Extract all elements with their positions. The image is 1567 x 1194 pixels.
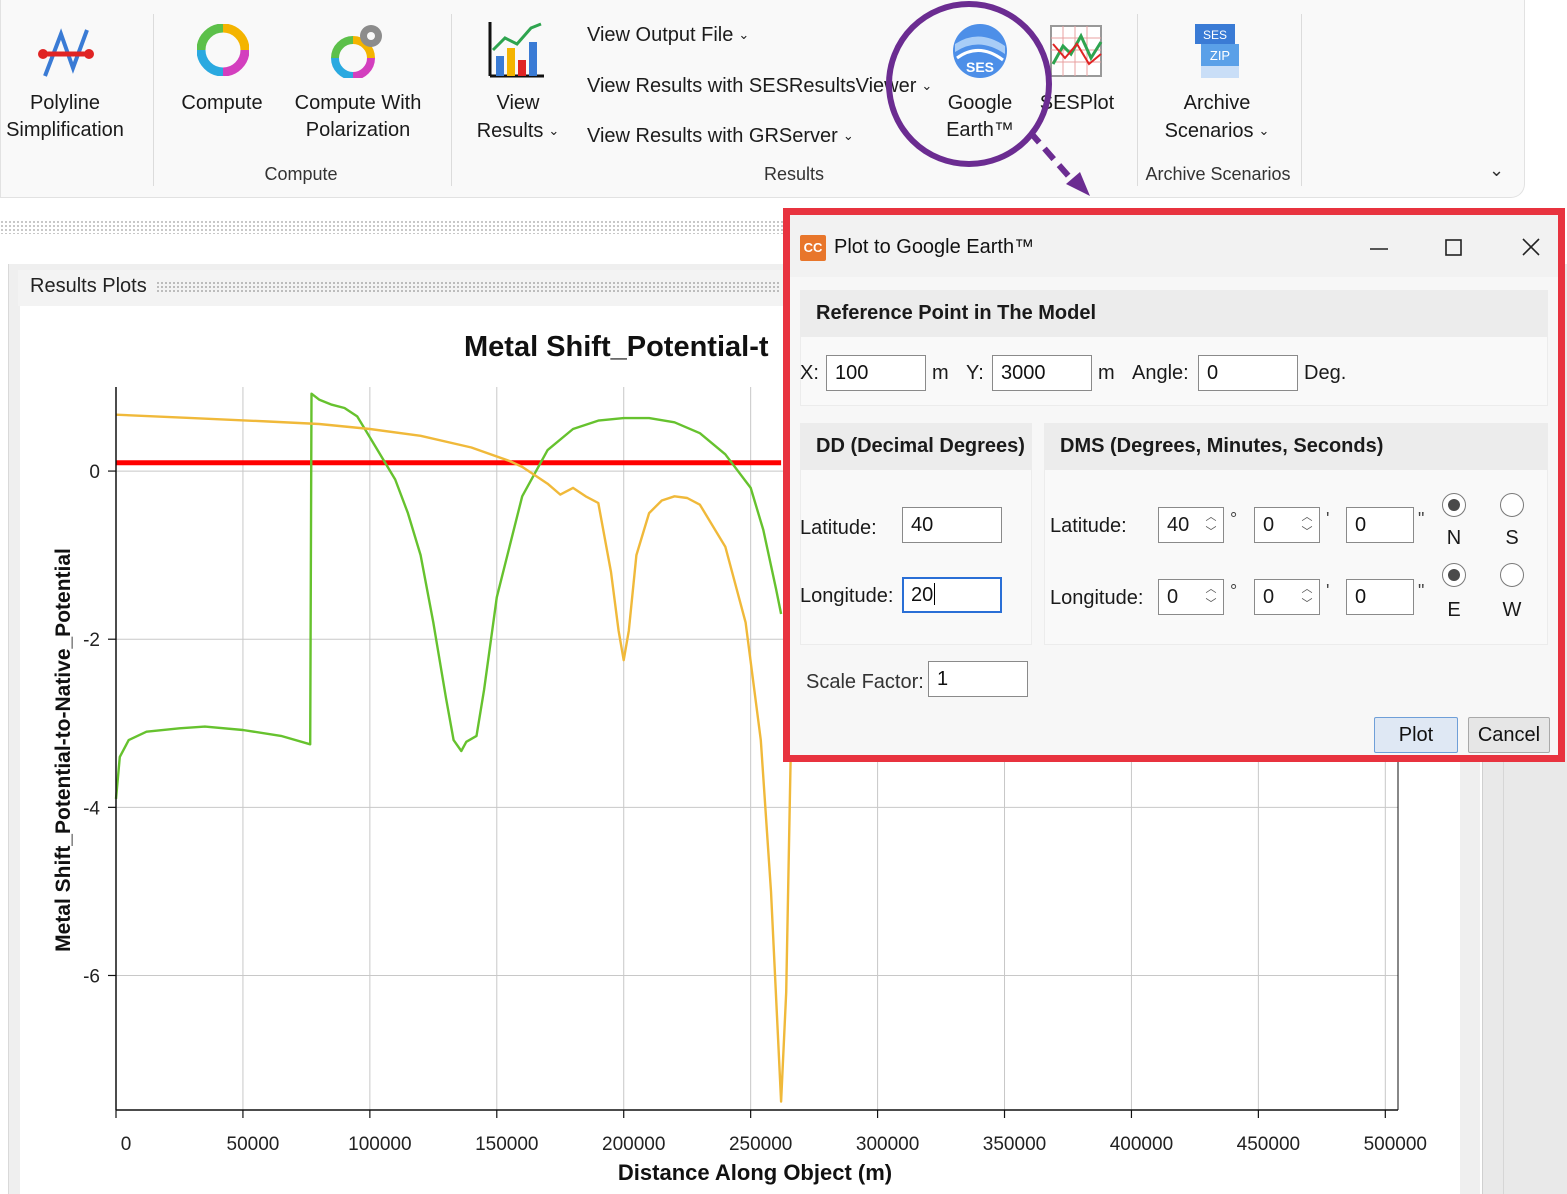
- dd-header: DD (Decimal Degrees): [800, 423, 1032, 469]
- dms-header: DMS (Degrees, Minutes, Seconds): [1044, 423, 1548, 469]
- stepper-arrows-icon[interactable]: ︿ ﹀: [1298, 510, 1316, 540]
- minute-symbol: ': [1326, 581, 1330, 601]
- plot-button[interactable]: Plot: [1374, 717, 1458, 753]
- x-input[interactable]: 100: [826, 355, 926, 391]
- minute-symbol: ': [1326, 509, 1330, 529]
- x-tick-label: 250000: [729, 1134, 792, 1155]
- x-label: X:: [800, 362, 819, 384]
- hemisphere-w-label: W: [1502, 599, 1522, 621]
- dms-lat-minutes-value: 0: [1263, 514, 1275, 536]
- dd-longitude-value: 20: [911, 584, 934, 606]
- x-unit: m: [932, 362, 949, 384]
- x-tick-label: 300000: [856, 1134, 919, 1155]
- hemisphere-w-radio[interactable]: [1500, 563, 1524, 587]
- angle-input[interactable]: 0: [1198, 355, 1298, 391]
- minimize-icon: [1370, 248, 1388, 250]
- dms-lon-degrees-stepper[interactable]: 0 ︿ ﹀: [1158, 579, 1224, 615]
- chart-series-line-1: [114, 392, 783, 800]
- scale-factor-label: Scale Factor:: [806, 671, 924, 693]
- x-tick-label: 150000: [475, 1134, 538, 1155]
- dms-lat-degrees-stepper[interactable]: 40 ︿ ﹀: [1158, 507, 1224, 543]
- dd-longitude-input[interactable]: 20: [902, 577, 1002, 613]
- maximize-button[interactable]: [1431, 229, 1477, 265]
- x-tick-label: 0: [121, 1134, 132, 1155]
- close-button[interactable]: [1508, 229, 1554, 265]
- hemisphere-s-radio[interactable]: [1500, 493, 1524, 517]
- dms-lon-degrees-value: 0: [1167, 586, 1179, 608]
- hemisphere-s-label: S: [1505, 527, 1519, 549]
- chart-title: Metal Shift_Potential-t: [464, 331, 769, 363]
- x-tick-label: 400000: [1110, 1134, 1173, 1155]
- chart-y-axis-label: Metal Shift_Potential-to-Native_Potentia…: [52, 548, 75, 952]
- dms-lon-seconds-input[interactable]: 0: [1346, 579, 1414, 615]
- cancel-button[interactable]: Cancel: [1468, 717, 1550, 753]
- second-symbol: ": [1418, 581, 1425, 601]
- close-icon: [1522, 238, 1540, 256]
- y-tick-label: 0: [89, 462, 100, 483]
- app-icon: CC: [800, 235, 826, 261]
- x-tick-label: 200000: [602, 1134, 665, 1155]
- dd-latitude-input[interactable]: 40: [902, 507, 1002, 543]
- chart-x-axis-label: Distance Along Object (m): [618, 1160, 892, 1185]
- x-tick-label: 100000: [348, 1134, 411, 1155]
- angle-unit: Deg.: [1304, 362, 1347, 384]
- plot-to-google-earth-dialog: CC Plot to Google Earth™ Reference Point…: [783, 208, 1565, 762]
- dialog-title-bar[interactable]: CC Plot to Google Earth™: [790, 215, 1558, 277]
- dms-panel: [1044, 469, 1548, 645]
- hemisphere-n-radio[interactable]: [1442, 493, 1466, 517]
- hemisphere-e-label: E: [1447, 599, 1461, 621]
- x-tick-label: 50000: [227, 1134, 280, 1155]
- x-tick-label: 450000: [1237, 1134, 1300, 1155]
- stepper-arrows-icon[interactable]: ︿ ﹀: [1202, 510, 1220, 540]
- y-unit: m: [1098, 362, 1115, 384]
- dms-lon-minutes-stepper[interactable]: 0 ︿ ﹀: [1254, 579, 1320, 615]
- text-caret: [934, 583, 936, 605]
- dms-lon-minutes-value: 0: [1263, 586, 1275, 608]
- y-input[interactable]: 3000: [992, 355, 1092, 391]
- dms-lat-seconds-input[interactable]: 0: [1346, 507, 1414, 543]
- dms-lat-degrees-value: 40: [1167, 514, 1190, 536]
- stepper-arrows-icon[interactable]: ︿ ﹀: [1298, 582, 1316, 612]
- dms-longitude-label: Longitude:: [1050, 587, 1144, 609]
- dialog-title: Plot to Google Earth™: [834, 236, 1035, 258]
- x-tick-label: 500000: [1364, 1134, 1427, 1155]
- dd-panel: [800, 469, 1032, 645]
- y-tick-label: -6: [83, 966, 100, 987]
- degree-symbol: °: [1230, 581, 1238, 601]
- second-symbol: ": [1418, 509, 1425, 529]
- maximize-icon: [1445, 239, 1462, 256]
- dms-latitude-label: Latitude:: [1050, 515, 1127, 537]
- y-tick-label: -4: [83, 798, 100, 819]
- chart-series: [114, 392, 797, 1103]
- hemisphere-n-label: N: [1446, 527, 1462, 549]
- y-tick-label: -2: [83, 630, 100, 651]
- degree-symbol: °: [1230, 509, 1238, 529]
- reference-point-header: Reference Point in The Model: [800, 290, 1548, 336]
- hemisphere-e-radio[interactable]: [1442, 563, 1466, 587]
- stepper-arrows-icon[interactable]: ︿ ﹀: [1202, 582, 1220, 612]
- y-label: Y:: [966, 362, 984, 384]
- angle-label: Angle:: [1132, 362, 1189, 384]
- x-tick-label: 350000: [983, 1134, 1046, 1155]
- dd-latitude-label: Latitude:: [800, 517, 877, 539]
- dd-longitude-label: Longitude:: [800, 585, 894, 607]
- dms-lat-minutes-stepper[interactable]: 0 ︿ ﹀: [1254, 507, 1320, 543]
- minimize-button[interactable]: [1356, 229, 1402, 265]
- scale-factor-input[interactable]: 1: [928, 661, 1028, 697]
- chart-series-line-2: [115, 413, 797, 1103]
